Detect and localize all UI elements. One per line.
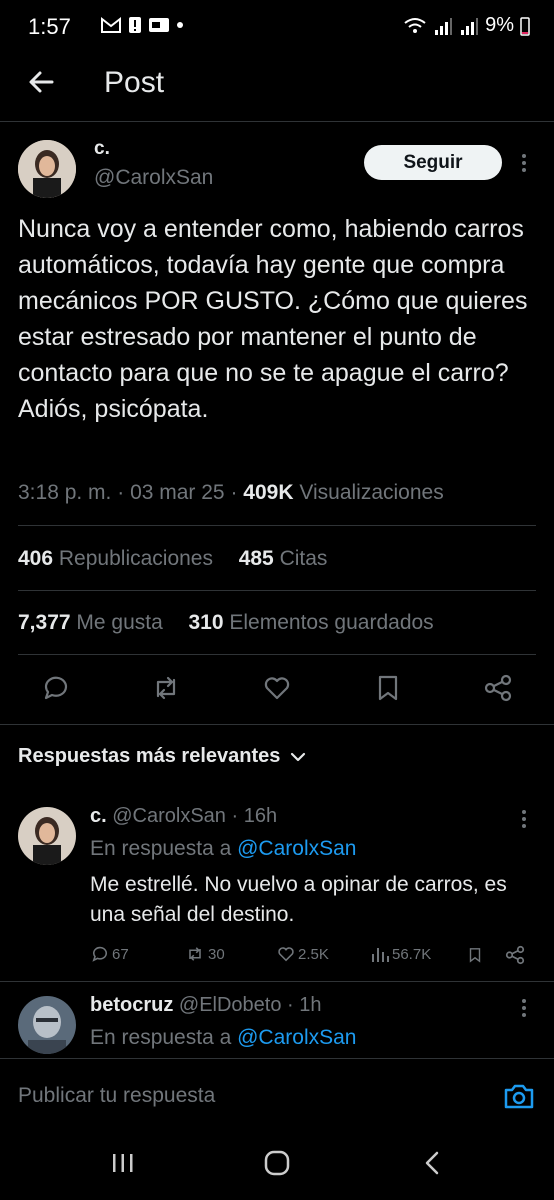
signal-icon (435, 17, 453, 35)
status-bar: 1:57 9% (0, 0, 554, 54)
post-meta: 3:18 p. m. · 03 mar 25 · 409K Visualizac… (18, 481, 444, 504)
reply-header: c. @CarolxSan · 16h (90, 805, 278, 827)
author-avatar[interactable] (18, 140, 76, 198)
avatar-photo (18, 996, 76, 1054)
chevron-down-icon (291, 752, 306, 761)
likes-count[interactable]: 7,377 (18, 611, 71, 634)
reply-views-action[interactable]: 56.7K (370, 944, 431, 964)
reply-author-handle[interactable]: @ElDobeto (179, 994, 282, 1016)
bookmark-icon[interactable] (466, 944, 484, 966)
recent-apps-icon[interactable] (110, 1152, 136, 1174)
in-reply-link[interactable]: @CarolxSan (237, 837, 356, 860)
reply-age[interactable]: 16h (244, 805, 277, 827)
reply-replies-count: 67 (112, 945, 129, 963)
status-time: 1:57 (28, 14, 71, 39)
reply-views-count: 56.7K (392, 945, 432, 963)
card-icon (149, 18, 169, 32)
author-name[interactable]: c. (94, 138, 110, 160)
reply-header: betocruz @ElDobeto · 1h (90, 994, 322, 1016)
reply-author-handle[interactable]: @CarolxSan (112, 805, 226, 827)
reply-reply-action[interactable]: 67 (90, 944, 129, 964)
alert-icon (129, 17, 141, 33)
more-icon[interactable] (518, 808, 530, 830)
reply-like-action[interactable]: 2.5K (276, 944, 329, 964)
in-reply-to: En respuesta a @CarolxSan (90, 837, 356, 861)
notification-icons (100, 16, 184, 34)
repost-icon[interactable] (150, 672, 182, 704)
wifi-icon (404, 17, 426, 33)
bookmark-icon[interactable] (372, 672, 404, 704)
post-text: Nunca voy a entender como, habiendo carr… (18, 215, 528, 423)
reposts-count[interactable]: 406 (18, 547, 53, 570)
replies-sort-label: Respuestas más relevantes (18, 745, 281, 767)
reply-icon (92, 946, 108, 962)
home-icon[interactable] (264, 1150, 290, 1176)
top-bar: Post (0, 54, 554, 122)
avatar-photo (18, 807, 76, 865)
page-title: Post (104, 66, 165, 99)
bookmarks-count[interactable]: 310 (188, 611, 223, 634)
like-icon[interactable] (261, 672, 293, 704)
reply-composer[interactable]: Publicar tu respuesta (0, 1058, 554, 1124)
back-arrow-icon[interactable] (24, 64, 60, 100)
in-reply-to: En respuesta a @CarolxSan (90, 1026, 356, 1050)
reply-icon[interactable] (40, 672, 72, 704)
in-reply-link[interactable]: @CarolxSan (237, 1026, 356, 1049)
quotes-count[interactable]: 485 (239, 547, 274, 570)
status-right: 9% (403, 14, 530, 37)
replies-sort[interactable]: Respuestas más relevantes (18, 745, 306, 768)
share-icon[interactable] (482, 672, 514, 704)
quotes-label[interactable]: Citas (280, 547, 328, 570)
reply-reposts-count: 30 (208, 945, 225, 963)
divider (18, 590, 536, 591)
divider (0, 724, 554, 725)
reply-author-name[interactable]: betocruz (90, 994, 173, 1016)
views-icon (372, 948, 389, 962)
reply-repost-action[interactable]: 30 (184, 944, 225, 964)
repost-stats: 406 Republicaciones 485 Citas (18, 547, 327, 571)
reply-likes-count: 2.5K (298, 945, 329, 963)
battery-percent: 9% (485, 14, 514, 36)
gmail-icon (101, 16, 121, 33)
divider (0, 981, 554, 982)
more-icon[interactable] (518, 997, 530, 1019)
views-count: 409K (243, 481, 294, 504)
nav-back-icon[interactable] (424, 1151, 440, 1175)
likes-label[interactable]: Me gusta (76, 611, 162, 634)
battery-icon (520, 16, 530, 36)
reply-input[interactable]: Publicar tu respuesta (18, 1084, 215, 1108)
repost-icon (189, 947, 201, 961)
camera-icon[interactable] (502, 1079, 536, 1113)
more-icon[interactable] (518, 152, 530, 174)
in-reply-prefix: En respuesta a (90, 837, 232, 860)
post-time[interactable]: 3:18 p. m. (18, 481, 111, 504)
divider (18, 525, 536, 526)
reply-avatar[interactable] (18, 807, 76, 865)
reply-text: Me estrellé. No vuelvo a opinar de carro… (90, 873, 507, 926)
in-reply-prefix: En respuesta a (90, 1026, 232, 1049)
reposts-label[interactable]: Republicaciones (59, 547, 213, 570)
reply-actions: 67 30 2.5K 56.7K (90, 944, 536, 968)
avatar-photo (18, 140, 76, 198)
share-icon[interactable] (504, 944, 526, 966)
reply-avatar[interactable] (18, 996, 76, 1054)
reply-author-name[interactable]: c. (90, 805, 107, 827)
system-nav-bar (0, 1124, 554, 1200)
author-handle[interactable]: @CarolxSan (94, 166, 213, 190)
divider (18, 654, 536, 655)
signal-icon-2 (461, 17, 479, 35)
follow-button[interactable]: Seguir (364, 145, 502, 180)
post-actions (0, 668, 554, 712)
post-date[interactable]: 03 mar 25 (130, 481, 225, 504)
views-label: Visualizaciones (299, 481, 444, 504)
like-icon (278, 947, 294, 962)
like-stats: 7,377 Me gusta 310 Elementos guardados (18, 611, 434, 635)
dot-icon (177, 22, 183, 28)
bookmarks-label[interactable]: Elementos guardados (229, 611, 433, 634)
reply-age[interactable]: 1h (299, 994, 321, 1016)
